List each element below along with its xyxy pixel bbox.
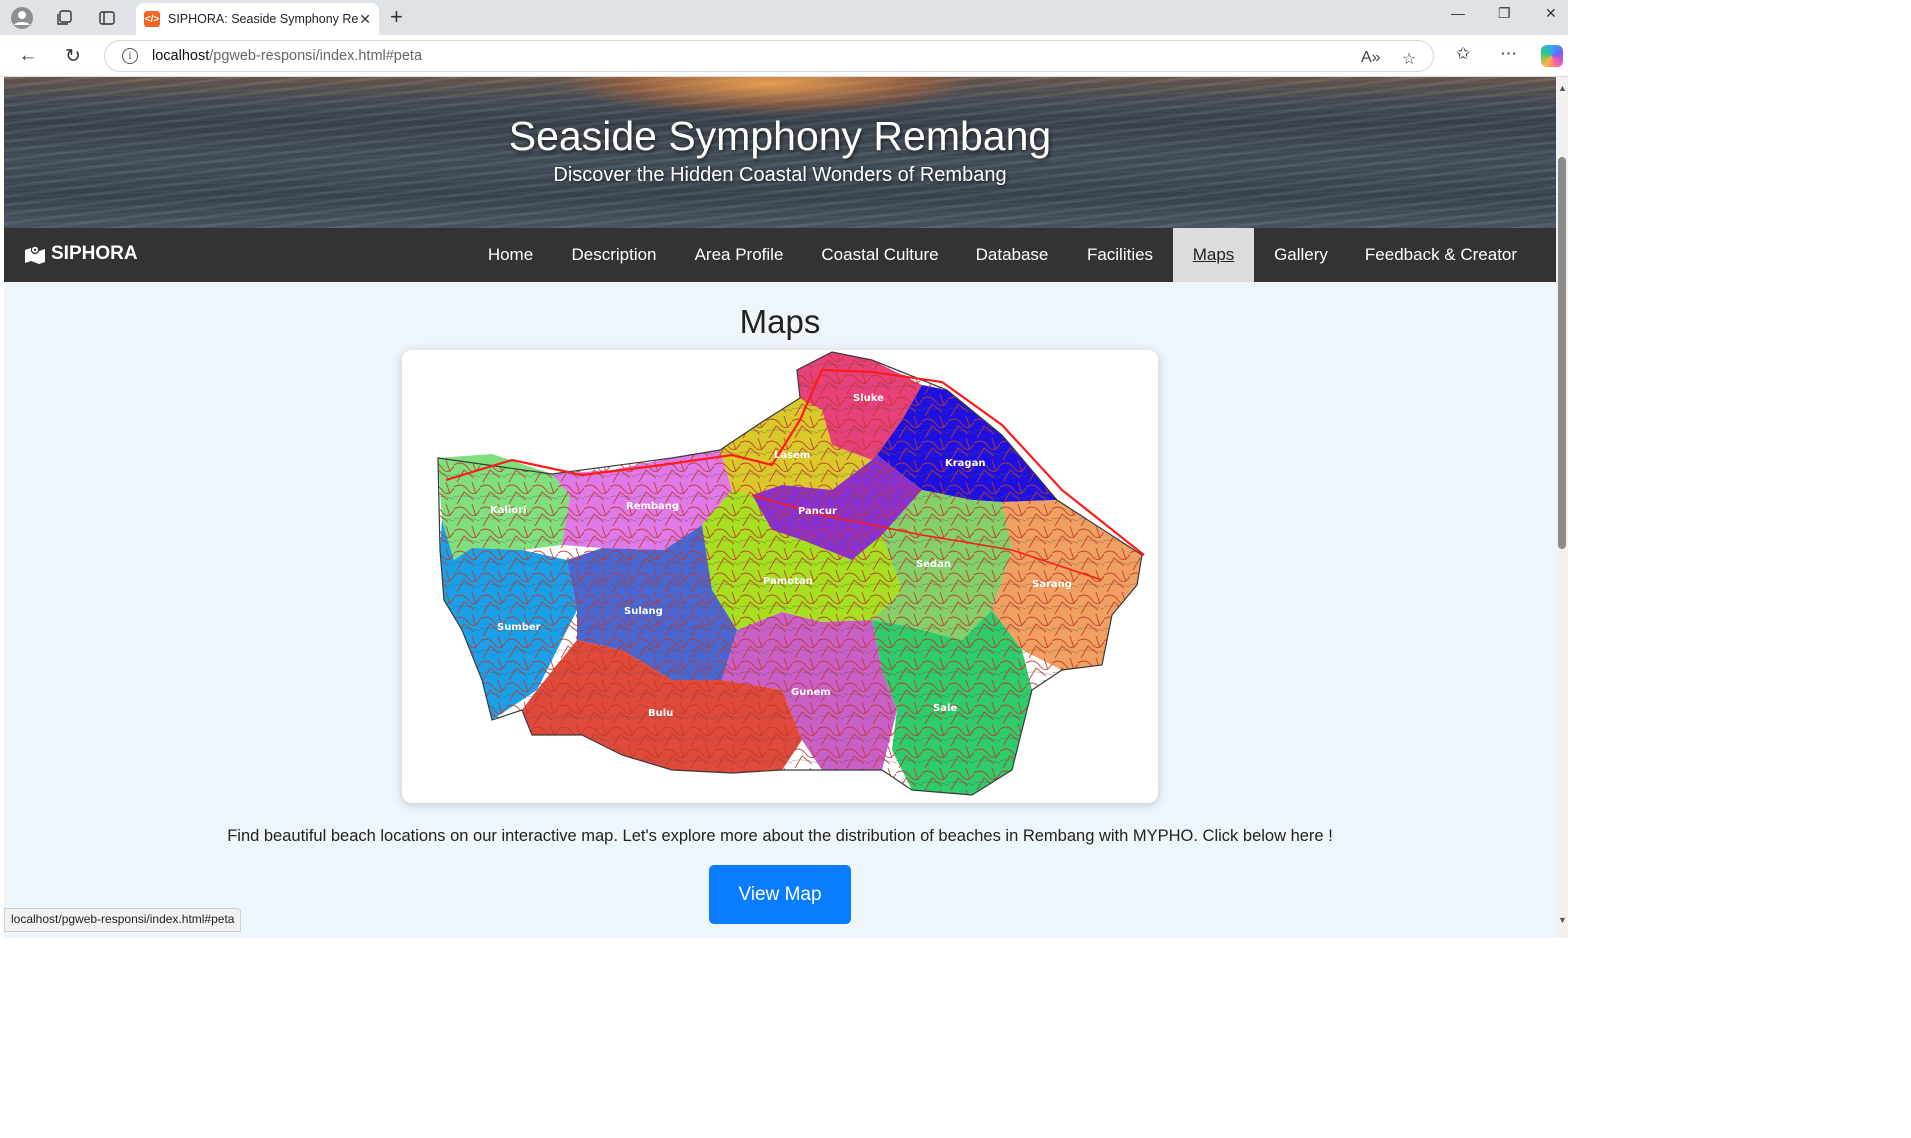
maps-description: Find beautiful beach locations on our in… <box>227 827 1333 845</box>
back-icon[interactable]: ← <box>15 43 41 69</box>
nav-maps[interactable]: Maps <box>1173 228 1254 282</box>
svg-text:Sarang: Sarang <box>1032 579 1072 590</box>
link-status-bar: localhost/pgweb-responsi/index.html#peta <box>4 908 242 932</box>
brand-logo[interactable]: SIPHORA <box>24 243 138 265</box>
more-menu-icon[interactable]: ⋯ <box>1500 44 1517 64</box>
restore-icon[interactable]: ❐ <box>1498 5 1511 22</box>
nav-description[interactable]: Description <box>553 228 675 282</box>
url-text: localhost/pgweb-responsi/index.html#peta <box>152 48 423 64</box>
close-window-icon[interactable]: ✕ <box>1545 5 1557 22</box>
address-bar-row: ← ↻ i localhost/pgweb-responsi/index.htm… <box>0 35 1568 77</box>
view-map-button[interactable]: View Map <box>709 865 851 924</box>
svg-text:Sluke: Sluke <box>853 393 884 404</box>
scroll-up-icon[interactable]: ▲ <box>1558 83 1567 93</box>
nav-database[interactable]: Database <box>959 228 1065 282</box>
nav-home[interactable]: Home <box>471 228 550 282</box>
info-icon[interactable]: i <box>122 48 138 64</box>
url-field[interactable]: i localhost/pgweb-responsi/index.html#pe… <box>104 40 1434 72</box>
browser-tab[interactable]: </> SIPHORA: Seaside Symphony Rembang ✕ <box>136 3 379 35</box>
page-viewport: Seaside Symphony Rembang Discover the Hi… <box>4 77 1556 938</box>
nav-gallery[interactable]: Gallery <box>1256 228 1346 282</box>
map-location-icon <box>25 245 45 264</box>
tab-title: SIPHORA: Seaside Symphony Rembang <box>168 12 358 26</box>
district-map-image: Kaliori Rembang Lasem Sluke Kragan Pancu… <box>437 351 1145 796</box>
svg-text:Sumber: Sumber <box>497 622 541 633</box>
profile-icon[interactable] <box>10 6 34 30</box>
brand-text: SIPHORA <box>51 243 138 264</box>
svg-text:Pancur: Pancur <box>798 506 837 517</box>
maps-title: Maps <box>739 303 821 340</box>
svg-text:Sulang: Sulang <box>624 606 663 617</box>
close-tab-icon[interactable]: ✕ <box>359 11 371 28</box>
main-navbar: SIPHORA Home Description Area Profile Co… <box>4 228 1556 282</box>
collections-icon[interactable] <box>52 6 76 30</box>
svg-text:Rembang: Rembang <box>626 501 679 512</box>
hero-title: Seaside Symphony Rembang <box>508 113 1052 159</box>
nav-area-profile[interactable]: Area Profile <box>677 228 801 282</box>
svg-text:Kaliori: Kaliori <box>490 505 527 516</box>
nav-feedback-creator[interactable]: Feedback & Creator <box>1348 228 1534 282</box>
svg-text:Pamotan: Pamotan <box>763 576 813 587</box>
scroll-thumb[interactable] <box>1558 157 1566 549</box>
favorite-star-icon[interactable]: ☆ <box>1402 49 1416 69</box>
tab-actions-icon[interactable] <box>95 6 119 30</box>
hero-banner: Seaside Symphony Rembang Discover the Hi… <box>4 77 1556 228</box>
svg-text:Lasem: Lasem <box>774 450 810 461</box>
svg-text:Sedan: Sedan <box>916 559 951 570</box>
scroll-down-icon[interactable]: ▼ <box>1558 915 1567 925</box>
browser-tab-bar: </> SIPHORA: Seaside Symphony Rembang ✕ … <box>0 0 1568 35</box>
hero-subtitle: Discover the Hidden Coastal Wonders of R… <box>553 164 1007 186</box>
reload-icon[interactable]: ↻ <box>60 43 86 69</box>
new-tab-icon[interactable]: + <box>390 4 403 30</box>
page-scrollbar[interactable]: ▲ ▼ <box>1556 77 1568 938</box>
nav-facilities[interactable]: Facilities <box>1067 228 1173 282</box>
svg-text:Kragan: Kragan <box>945 458 985 469</box>
minimize-icon[interactable]: — <box>1451 5 1465 21</box>
favorites-icon[interactable]: ✩ <box>1456 44 1470 64</box>
code-icon: </> <box>144 11 160 27</box>
nav-coastal-culture[interactable]: Coastal Culture <box>803 228 957 282</box>
rembang-district-map: Kaliori Rembang Lasem Sluke Kragan Pancu… <box>402 350 1158 803</box>
svg-text:Sale: Sale <box>933 703 957 714</box>
read-aloud-icon[interactable]: A» <box>1361 49 1381 67</box>
copilot-icon[interactable] <box>1541 45 1563 67</box>
svg-text:Gunem: Gunem <box>791 687 831 698</box>
svg-text:Bulu: Bulu <box>648 708 673 719</box>
